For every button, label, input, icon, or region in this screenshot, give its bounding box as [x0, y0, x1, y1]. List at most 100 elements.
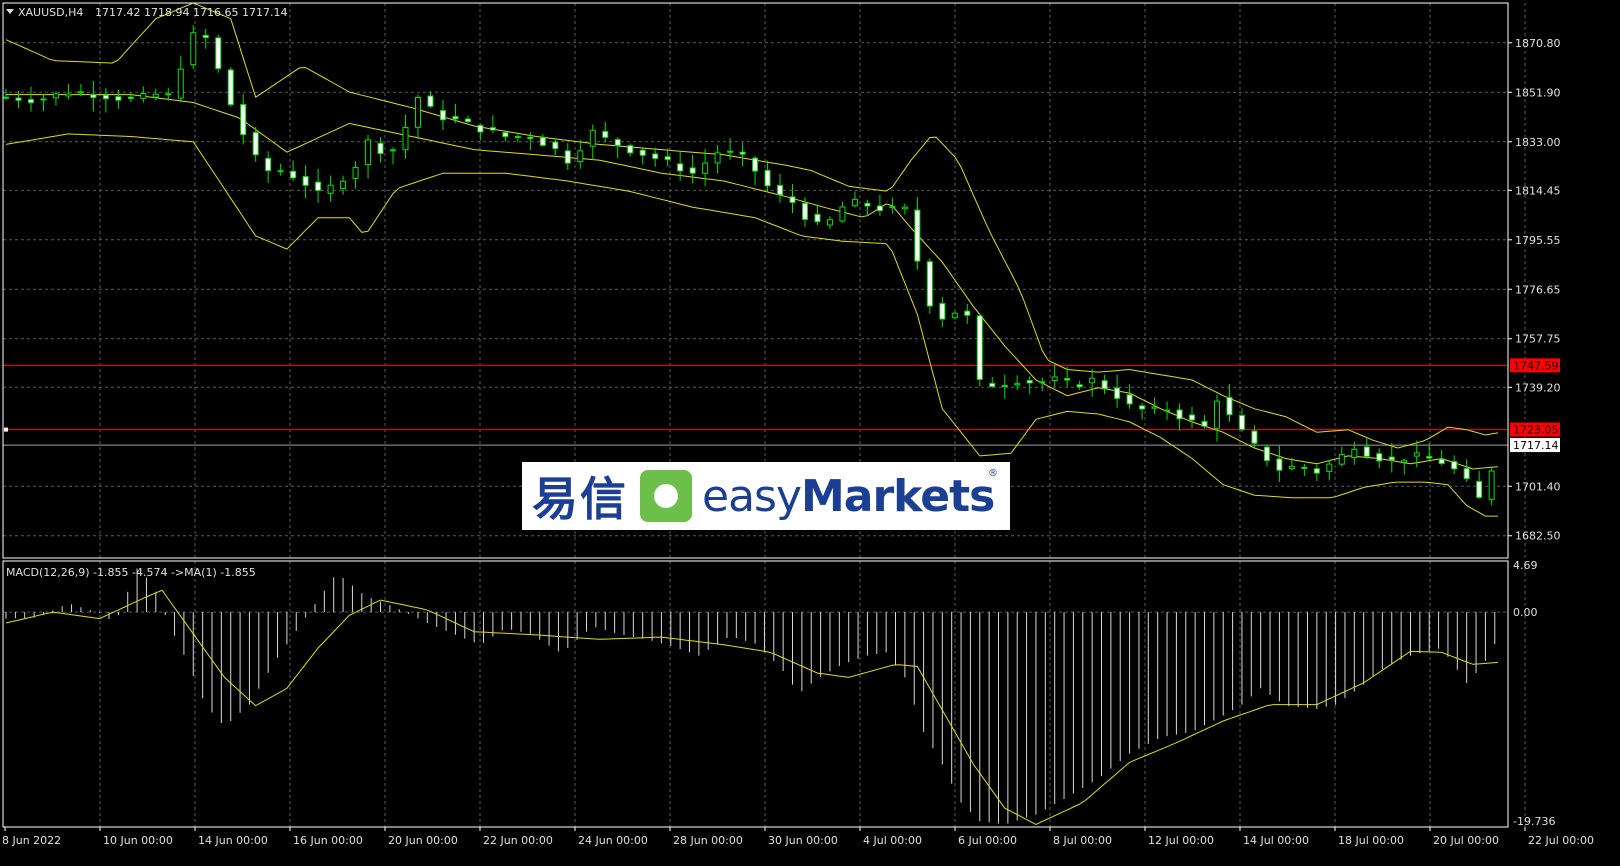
- candle-body: [365, 139, 372, 166]
- candle-body: [951, 312, 958, 319]
- candle-body: [789, 196, 796, 203]
- candle-body: [814, 213, 821, 223]
- price-level-label: 1723.05: [1513, 424, 1559, 437]
- candle-body: [452, 116, 459, 120]
- candle-body: [202, 34, 209, 39]
- candle-body: [3, 96, 9, 99]
- candle-body: [190, 32, 197, 66]
- logo-mark-icon: [640, 470, 692, 522]
- candle-body: [40, 98, 47, 101]
- candle-body: [227, 69, 234, 106]
- candle-body: [914, 209, 921, 262]
- candle-body: [1001, 385, 1008, 388]
- macd-y-tick-label: 0.00: [1513, 606, 1538, 619]
- candle-body: [1451, 461, 1458, 470]
- y-tick-label: 1833.00: [1515, 136, 1561, 149]
- candle-body: [926, 261, 933, 307]
- x-tick-label: 30 Jun 00:00: [768, 834, 838, 847]
- candle-body: [27, 99, 34, 104]
- candle-body: [1263, 446, 1270, 462]
- candle-body: [77, 91, 84, 94]
- candle-body: [939, 303, 946, 320]
- candle-body: [777, 184, 784, 196]
- candle-body: [1463, 467, 1470, 480]
- candle-body: [564, 150, 571, 164]
- candle-body: [964, 310, 971, 316]
- macd-y-tick-label: 4.69: [1513, 559, 1538, 572]
- broker-logo: 易信 easyMarkets ®: [522, 462, 1010, 530]
- candle-body: [1139, 405, 1146, 410]
- price-level-label: 1747.59: [1513, 359, 1559, 372]
- symbol-label: XAUUSD,H4: [18, 6, 83, 19]
- candle-body: [15, 97, 22, 101]
- candle-body: [1076, 384, 1083, 388]
- y-tick-label: 1776.65: [1515, 283, 1561, 296]
- candle-body: [1351, 448, 1358, 458]
- candle-body: [1338, 454, 1345, 465]
- candle-body: [390, 149, 397, 152]
- y-tick-label: 1870.80: [1515, 37, 1561, 50]
- candle-body: [414, 96, 421, 128]
- x-tick-label: 8 Jul 00:00: [1053, 834, 1112, 847]
- candle-body: [315, 181, 322, 191]
- candle-body: [277, 170, 284, 173]
- candle-body: [1313, 468, 1320, 474]
- candle-body: [1213, 400, 1220, 429]
- candle-body: [801, 202, 808, 220]
- candle-body: [652, 153, 659, 159]
- candle-body: [876, 205, 883, 212]
- candle-body: [602, 130, 609, 138]
- candle-body: [1326, 463, 1333, 472]
- candle-body: [327, 184, 334, 194]
- candle-body: [1238, 414, 1245, 430]
- candle-body: [489, 127, 496, 131]
- candle-body: [439, 110, 446, 121]
- candle-body: [1101, 380, 1108, 390]
- candle-body: [352, 167, 359, 179]
- y-tick-label: 1757.75: [1515, 333, 1561, 346]
- x-tick-label: 20 Jul 00:00: [1433, 834, 1499, 847]
- candle-body: [614, 139, 621, 146]
- candle-body: [1051, 376, 1058, 382]
- candle-body: [577, 150, 584, 163]
- candle-body: [215, 37, 222, 70]
- candle-body: [427, 95, 434, 107]
- logo-chinese-text: 易信: [532, 472, 628, 526]
- chart-header: XAUUSD,H4 1717.42 1718.94 1716.65 1717.1…: [6, 6, 287, 19]
- x-tick-label: 12 Jul 00:00: [1148, 834, 1214, 847]
- y-tick-label: 1795.55: [1515, 234, 1561, 247]
- candle-body: [1126, 394, 1133, 405]
- candle-body: [1151, 406, 1158, 409]
- candle-body: [976, 315, 983, 380]
- candle-body: [851, 198, 858, 207]
- y-tick-label: 1682.50: [1515, 530, 1561, 543]
- candle-body: [864, 202, 871, 207]
- candle-body: [514, 136, 521, 139]
- candle-body: [714, 152, 721, 164]
- candle-body: [152, 93, 159, 98]
- candle-body: [1089, 377, 1096, 384]
- candle-body: [240, 104, 247, 136]
- candle-body: [589, 129, 596, 147]
- chart-canvas[interactable]: 1870.80 1851.90 1833.00 1814.45 1795.55 1776.…: [0, 0, 1620, 862]
- chart-window[interactable]: 1870.80 1851.90 1833.00 1814.45 1795.55 1776.…: [0, 0, 1620, 862]
- candle-body: [826, 219, 833, 226]
- candle-body: [627, 145, 634, 154]
- candle-body: [1251, 430, 1258, 444]
- candle-body: [739, 151, 746, 155]
- candle-body: [989, 382, 996, 388]
- macd-label: MACD(12,26,9) -1.855 -4.574 ->MA(1) -1.8…: [6, 566, 256, 579]
- x-tick-label: 14 Jun 00:00: [198, 834, 268, 847]
- y-tick-label: 1701.40: [1515, 480, 1561, 493]
- candle-body: [302, 176, 309, 186]
- candle-body: [52, 93, 59, 99]
- x-tick-label: 18 Jul 00:00: [1338, 834, 1404, 847]
- candle-body: [402, 127, 409, 151]
- y-tick-label: 1814.45: [1515, 184, 1561, 197]
- ohlc-values: 1717.42 1718.94 1716.65 1717.14: [95, 6, 287, 19]
- x-tick-label: 16 Jun 00:00: [293, 834, 363, 847]
- candle-body: [102, 94, 109, 100]
- candle-body: [1488, 470, 1495, 501]
- candle-body: [901, 206, 908, 210]
- x-tick-label: 14 Jul 00:00: [1243, 834, 1309, 847]
